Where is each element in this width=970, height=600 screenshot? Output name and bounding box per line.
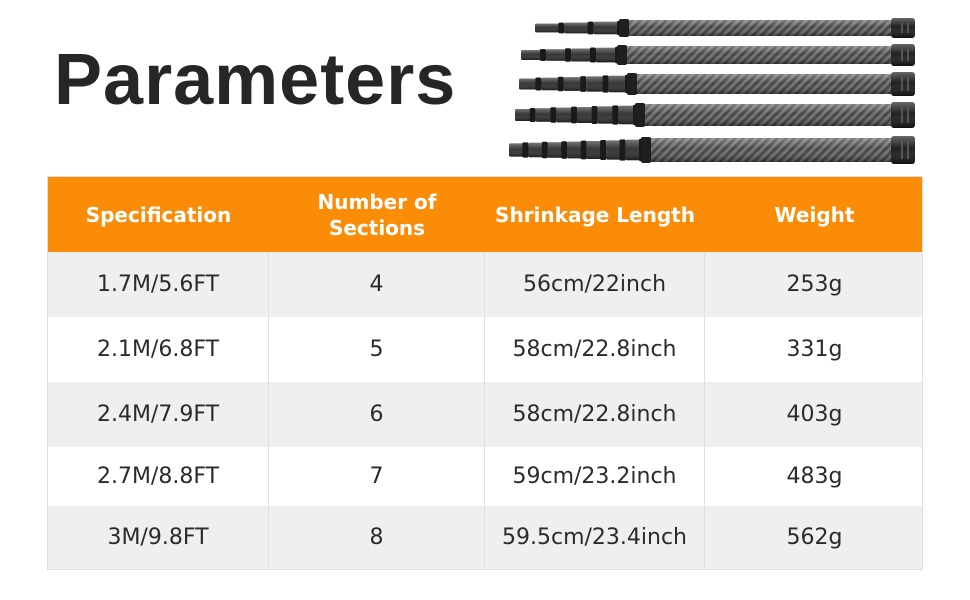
pole-end-cap-groove [901, 49, 903, 61]
cell-sections: 8 [269, 506, 485, 569]
table-row: 3M/9.8FT 8 59.5cm/23.4inch 562g [48, 506, 922, 569]
pole-collar [641, 137, 651, 163]
pole-lock-collar [529, 107, 536, 123]
header-specification: Specification [85, 202, 232, 227]
cell-weight: 483g [786, 464, 843, 489]
cell-sections: 5 [269, 317, 485, 382]
pole-lock-collar [591, 106, 598, 124]
table-row: 2.4M/7.9FT 6 58cm/22.8inch 403g [48, 382, 922, 447]
cell-weight: 403g [786, 402, 843, 427]
pole-lock-collar [602, 75, 609, 93]
pole-lock-collar [550, 107, 557, 123]
pole-main-tube-shine [631, 74, 893, 94]
cell-specification: 3M/9.8FT [48, 506, 269, 569]
pole-lock-collar [522, 142, 529, 158]
pole-end-cap-groove [907, 107, 909, 123]
pole-collar [635, 103, 645, 127]
page-title: Parameters [54, 40, 457, 120]
pole-end-cap-groove [907, 49, 909, 61]
pole-lock-collar [600, 140, 607, 160]
cell-sections: 7 [269, 447, 485, 506]
pole-lock-collar [612, 105, 619, 125]
telescopic-pole-icon [509, 18, 915, 164]
pole-end-cap-groove [907, 77, 909, 91]
pole-lock-collar [571, 106, 577, 124]
cell-specification: 2.4M/7.9FT [48, 382, 269, 447]
cell-weight: 331g [786, 337, 843, 362]
pole-main-tube-shine [645, 138, 893, 162]
pole-lock-collar [580, 76, 587, 92]
pole-collar [627, 73, 637, 95]
table-header: Specification Number of Sections Shrinka… [48, 177, 922, 252]
pole-end-cap-groove [901, 77, 903, 91]
table-row: 2.7M/8.8FT 7 59cm/23.2inch 483g [48, 447, 922, 506]
pole-lock-collar [590, 47, 596, 63]
cell-shrinkage-length: 58cm/22.8inch [485, 382, 705, 447]
cell-shrinkage-length: 59.5cm/23.4inch [485, 506, 705, 569]
cell-shrinkage-length: 59cm/23.2inch [485, 447, 705, 506]
cell-shrinkage-length: 56cm/22inch [485, 252, 705, 317]
pole-main-tube-shine [639, 104, 893, 126]
pole-lock-collar [541, 141, 548, 159]
parameters-table: Specification Number of Sections Shrinka… [47, 176, 923, 570]
cell-sections: 6 [269, 382, 485, 447]
pole-lock-collar [565, 48, 571, 62]
cell-specification: 1.7M/5.6FT [48, 252, 269, 317]
pole-collar [619, 19, 629, 37]
header-weight: Weight [774, 202, 855, 227]
pole-lock-collar [587, 21, 594, 35]
cell-shrinkage-length: 58cm/22.8inch [485, 317, 705, 382]
cell-weight: 562g [786, 525, 843, 550]
cell-specification: 2.1M/6.8FT [48, 317, 269, 382]
pole-main-tube-shine [621, 46, 893, 64]
pole-end-cap-groove [901, 107, 903, 123]
pole-end-cap-groove [907, 23, 909, 33]
pole-main-tube-shine [623, 20, 893, 36]
table-row: 1.7M/5.6FT 4 56cm/22inch 253g [48, 252, 922, 317]
pole-lock-collar [535, 77, 542, 91]
pole-collar [617, 45, 627, 65]
pole-lock-collar [540, 49, 546, 61]
pole-lock-collar [619, 139, 626, 161]
pole-lock-collar [561, 141, 568, 159]
pole-lock-collar [557, 76, 564, 92]
pole-end-cap-groove [901, 23, 903, 33]
cell-sections: 4 [269, 252, 485, 317]
table-row: 2.1M/6.8FT 5 58cm/22.8inch 331g [48, 317, 922, 382]
pole-lock-collar [580, 140, 587, 160]
header-number-of-sections: Number of Sections [317, 189, 437, 240]
cell-specification: 2.7M/8.8FT [48, 447, 269, 506]
pole-end-cap-groove [901, 141, 903, 159]
pole-lock-collar [558, 22, 565, 34]
pole-end-cap-groove [907, 141, 909, 159]
header-shrinkage-length: Shrinkage Length [495, 202, 695, 227]
cell-weight: 253g [786, 272, 843, 297]
